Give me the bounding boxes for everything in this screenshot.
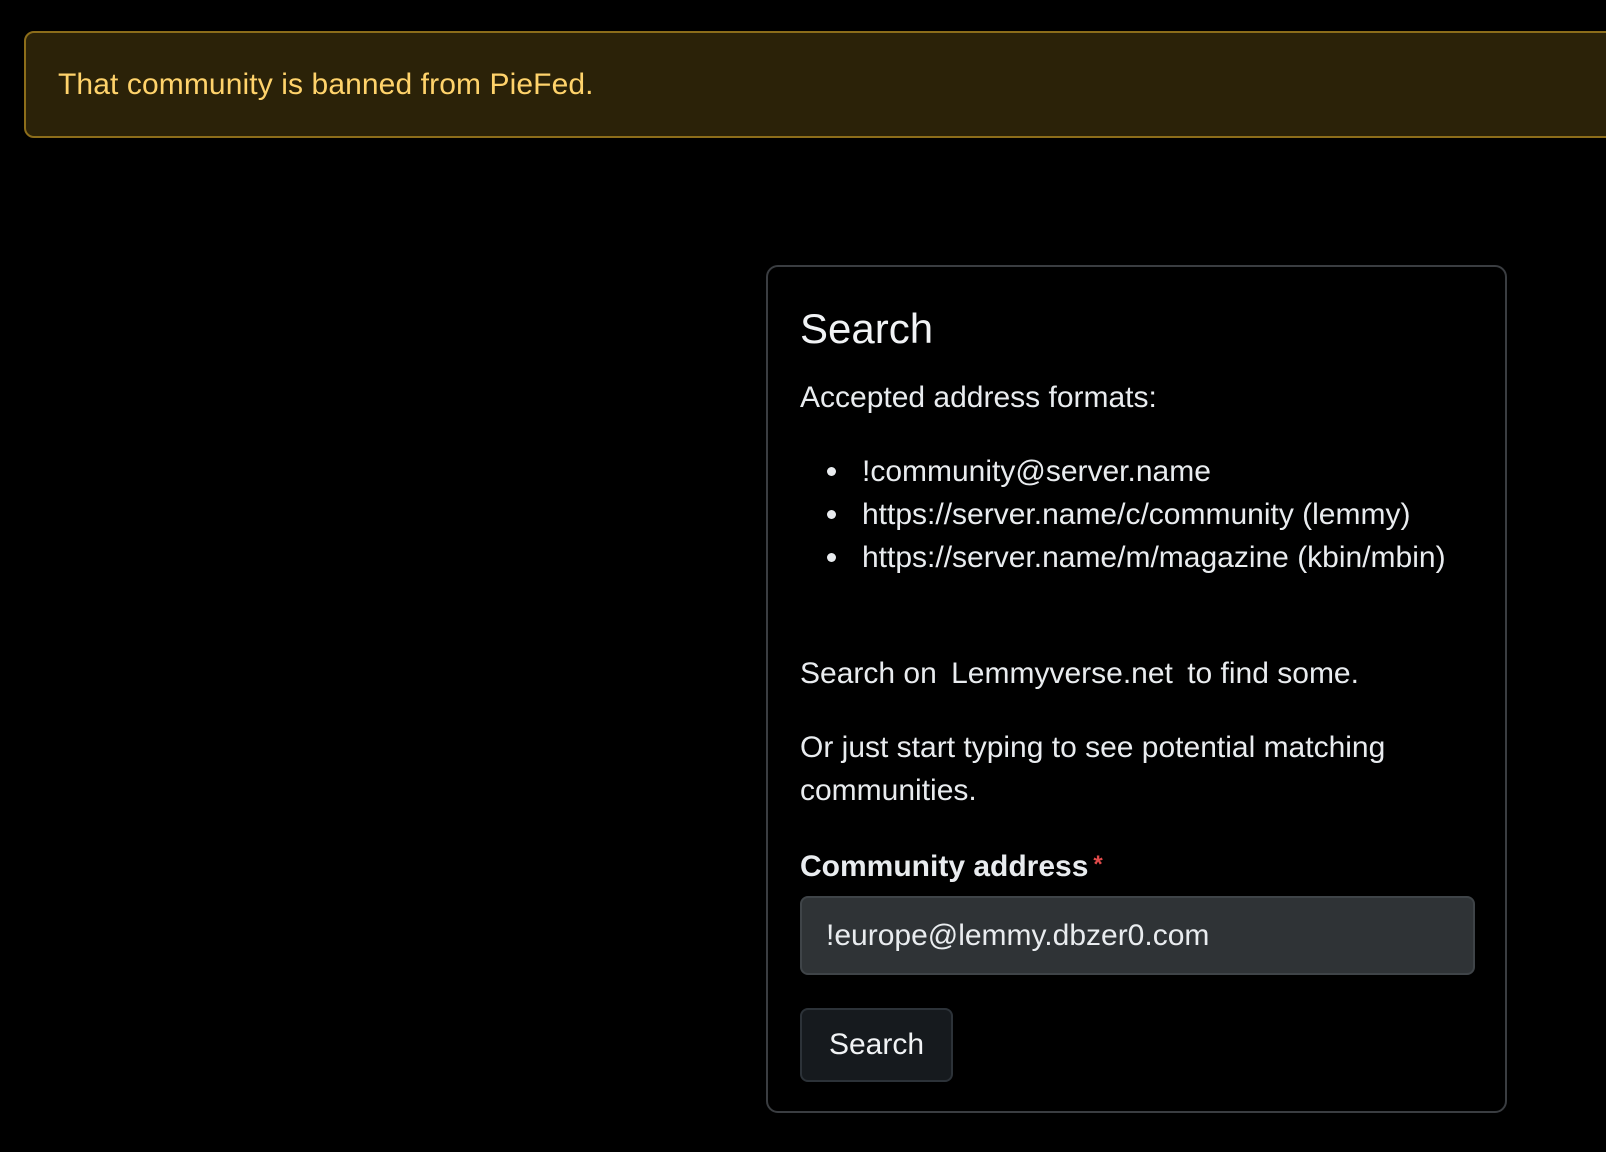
lemmyverse-prefix: Search on xyxy=(800,657,937,690)
lemmyverse-suffix: to find some. xyxy=(1187,657,1359,690)
lemmyverse-link[interactable]: Lemmyverse.net xyxy=(951,657,1173,690)
search-button[interactable]: Search xyxy=(800,1008,953,1082)
format-item: https://server.name/c/community (lemmy) xyxy=(800,493,1480,536)
format-text: https://server.name/c/community (lemmy) xyxy=(862,498,1411,531)
search-card: Search Accepted address formats: !commun… xyxy=(766,265,1507,1113)
format-item: !community@server.name xyxy=(800,450,1480,493)
card-title: Search xyxy=(800,305,934,352)
community-address-label-text: Community address xyxy=(800,850,1089,883)
lemmyverse-hint: Search on Lemmyverse.net to find some. xyxy=(800,652,1359,695)
format-text: !community@server.name xyxy=(862,455,1211,488)
alert-message: That community is banned from PieFed. xyxy=(58,67,594,101)
format-list: !community@server.name https://server.na… xyxy=(800,450,1480,579)
required-marker: * xyxy=(1093,851,1103,878)
typing-hint: Or just start typing to see potential ma… xyxy=(800,731,1386,807)
format-item: https://server.name/m/magazine (kbin/mbi… xyxy=(800,536,1480,579)
format-text: https://server.name/m/magazine (kbin/mbi… xyxy=(862,541,1446,574)
bullet-icon xyxy=(827,553,836,562)
formats-label: Accepted address formats: xyxy=(800,381,1157,414)
community-address-input[interactable] xyxy=(800,896,1475,975)
banned-alert: That community is banned from PieFed. xyxy=(24,31,1606,138)
bullet-icon xyxy=(827,510,836,519)
community-address-label: Community address * xyxy=(800,843,1103,888)
bullet-icon xyxy=(827,467,836,476)
